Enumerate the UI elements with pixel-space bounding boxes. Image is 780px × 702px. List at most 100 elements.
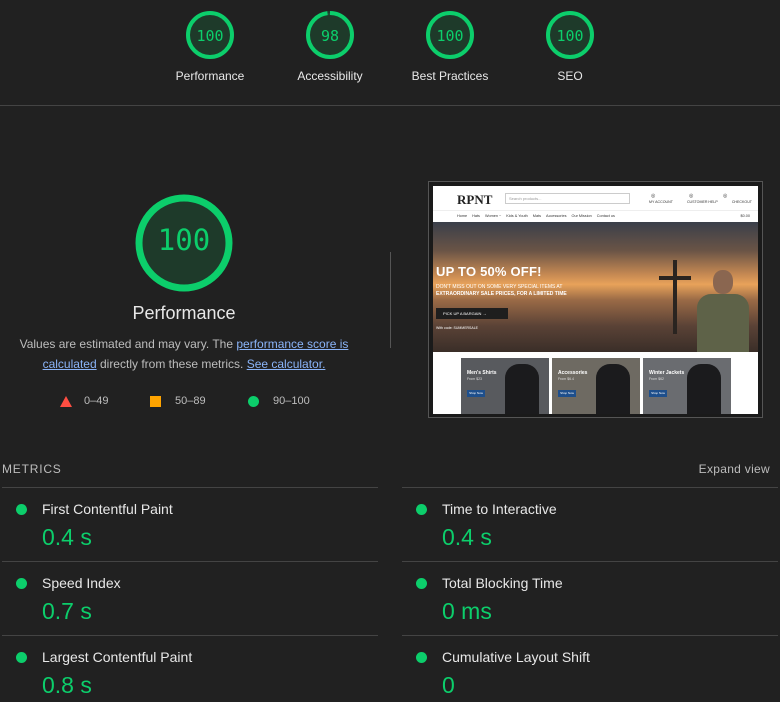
gauge-score: 100	[556, 27, 584, 45]
gauge-performance[interactable]: 100 Performance	[150, 10, 270, 83]
expand-view-toggle[interactable]: Expand view	[699, 462, 770, 476]
legend-label: 50–89	[175, 395, 206, 407]
nav-link: Hats	[472, 214, 480, 218]
card-figure	[596, 364, 630, 414]
site-hero: UP TO 50% OFF! DON'T MISS OUT ON SOME VE…	[433, 222, 758, 352]
pass-circle-icon	[16, 652, 27, 663]
gauge-accessibility[interactable]: 98 Accessibility	[270, 10, 390, 83]
card-button: Shop Now	[649, 390, 667, 397]
header-link: CHECKOUT	[731, 200, 752, 204]
checkout-icon: ◎	[723, 193, 728, 199]
metric-value: 0 ms	[442, 598, 492, 624]
performance-gauge-large: 100	[133, 192, 235, 294]
card-title: Winter Jackets	[649, 370, 685, 376]
nav-link: Kids & Youth	[506, 214, 528, 218]
site-header-links: MY ACCOUNT CUSTOMER HELP CHECKOUT	[649, 200, 752, 204]
metric-first-contentful-paint: First Contentful Paint 0.4 s	[2, 487, 378, 561]
metric-name: First Contentful Paint	[42, 501, 173, 517]
header-link: CUSTOMER HELP	[686, 200, 718, 204]
gauge-score: 98	[320, 27, 340, 45]
gauge-label: Accessibility	[297, 69, 363, 83]
hero-button: PICK UP A BARGAIN →	[436, 308, 508, 319]
pass-circle-icon	[16, 504, 27, 515]
gauge-score: 100	[436, 27, 464, 45]
card-figure	[687, 364, 721, 414]
person-head	[713, 270, 733, 294]
cross-graphic	[673, 260, 677, 334]
desc-text: Values are estimated and may vary. The	[19, 337, 237, 351]
screenshot-content: RPNT Search products... ◎ ◎ ◎ MY ACCOUNT…	[433, 186, 758, 414]
metric-largest-contentful-paint: Largest Contentful Paint 0.8 s	[2, 635, 378, 702]
hero-sub-line: EXTRAORDINARY SALE PRICES, FOR A LIMITED…	[436, 291, 567, 297]
category-gauges: 100 Performance 98 Accessibility 100 Bes…	[0, 0, 780, 106]
category-card: Men's Shirts From $23 Shop Now	[461, 358, 549, 414]
hero-title: UP TO 50% OFF!	[436, 264, 542, 279]
card-button: Shop Now	[467, 390, 485, 397]
header-link: MY ACCOUNT	[649, 200, 673, 204]
cross-graphic	[659, 276, 691, 280]
pass-circle-icon	[16, 578, 27, 589]
card-figure	[505, 364, 539, 414]
see-calculator-link[interactable]: See calculator.	[247, 357, 326, 371]
site-nav: Home Hats Women ~ Kids & Youth Mats Acce…	[433, 210, 758, 222]
square-icon	[150, 395, 161, 407]
category-card: Accessories From $6.4 Shop Now	[552, 358, 640, 414]
metric-value: 0.4 s	[442, 524, 492, 550]
site-logo: RPNT	[457, 192, 493, 207]
pass-circle-icon	[416, 578, 427, 589]
nav-link: Contact us	[596, 214, 615, 218]
circle-icon	[248, 395, 259, 407]
site-header: RPNT Search products... ◎ ◎ ◎ MY ACCOUNT…	[433, 186, 758, 210]
card-title: Accessories	[558, 370, 588, 376]
hero-sub-line: DON'T MISS OUT ON SOME VERY SPECIAL ITEM…	[436, 284, 563, 290]
legend-label: 0–49	[84, 395, 109, 407]
card-subtitle: From $62	[649, 377, 664, 381]
gauge-label: SEO	[557, 69, 583, 83]
card-subtitle: From $6.4	[558, 377, 574, 381]
metric-speed-index: Speed Index 0.7 s	[2, 561, 378, 635]
category-card: Winter Jackets From $62 Shop Now	[643, 358, 731, 414]
performance-title: Performance	[132, 303, 236, 323]
gauge-score: 100	[196, 27, 224, 45]
performance-score: 100	[157, 223, 211, 257]
site-category-cards: Men's Shirts From $23 Shop Now Accessori…	[433, 352, 758, 414]
metric-time-to-interactive: Time to Interactive 0.4 s	[402, 487, 778, 561]
gauge-best-practices[interactable]: 100 Best Practices	[390, 10, 510, 83]
metric-value: 0.8 s	[42, 672, 92, 698]
metric-value: 0	[442, 672, 455, 698]
divider	[390, 252, 391, 348]
nav-link: Women ~	[484, 214, 502, 218]
page-screenshot[interactable]: RPNT Search products... ◎ ◎ ◎ MY ACCOUNT…	[428, 181, 763, 418]
user-icon: ◎	[651, 193, 656, 199]
hero-person	[695, 270, 751, 352]
metrics-heading: METRICS	[2, 462, 62, 476]
metric-name: Speed Index	[42, 575, 121, 591]
metric-cumulative-layout-shift: Cumulative Layout Shift 0	[402, 635, 778, 702]
site-cart: $0.00	[740, 214, 750, 218]
metric-name: Time to Interactive	[442, 501, 557, 517]
nav-link: Accessories	[546, 214, 567, 218]
legend-label: 90–100	[273, 395, 310, 407]
legend-pass: 90–100	[248, 395, 310, 407]
desc-text: directly from these metrics.	[96, 357, 247, 371]
hero-code: With code: SUMMERSALE	[436, 326, 479, 330]
metric-total-blocking-time: Total Blocking Time 0 ms	[402, 561, 778, 635]
site-search: Search products...	[505, 193, 630, 204]
gauge-label: Performance	[175, 69, 245, 83]
metric-name: Total Blocking Time	[442, 575, 563, 591]
card-subtitle: From $23	[467, 377, 482, 381]
person-body	[697, 294, 749, 352]
performance-description: Values are estimated and may vary. The p…	[10, 334, 358, 374]
metric-value: 0.4 s	[42, 524, 92, 550]
metric-name: Largest Contentful Paint	[42, 649, 193, 665]
gauge-label: Best Practices	[411, 69, 489, 83]
metric-name: Cumulative Layout Shift	[442, 649, 590, 665]
triangle-icon	[60, 395, 72, 407]
gauge-seo[interactable]: 100 SEO	[510, 10, 630, 83]
pass-circle-icon	[416, 504, 427, 515]
nav-link: Home	[457, 214, 468, 218]
card-button: Shop Now	[558, 390, 576, 397]
metric-value: 0.7 s	[42, 598, 92, 624]
site-nav-links: Home Hats Women ~ Kids & Youth Mats Acce…	[457, 214, 615, 218]
pass-circle-icon	[416, 652, 427, 663]
